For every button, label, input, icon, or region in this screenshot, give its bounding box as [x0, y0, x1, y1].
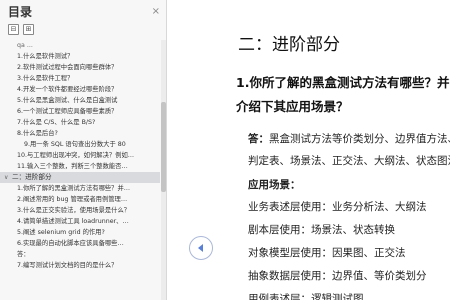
toc-item[interactable]: 10.与工程师出现冲突，如何解决？例如…	[0, 150, 160, 161]
toc-item-label: 2.阐述常用的 bug 管理或者用例管理…	[17, 196, 128, 203]
scrollbar-thumb[interactable]	[161, 102, 166, 192]
toc-item-label: 11.输入三个整数，判断三个整数能否…	[17, 163, 128, 170]
toc-item-label: 3.什么是软件工程？	[17, 75, 74, 82]
answer-text-2: 判定表、场景法、正交法、大纲法、状态图法。	[248, 155, 450, 167]
toc-item[interactable]: 3.什么是软件工程？	[0, 73, 160, 84]
chevron-down-icon[interactable]: ∨	[4, 172, 12, 183]
answer-paragraph: 答：黑盒测试方法等价类划分、边界值方法、因果图	[248, 131, 450, 146]
toc-item-label: 4.开发一个软件都要经过哪些阶段？	[17, 86, 118, 93]
toc-item-label: 9.用一条 SQL 语句查出分数大于 80	[24, 141, 126, 148]
toc-item-label: 7.什么是 C/S、什么是 B/S?	[17, 119, 96, 126]
toc-item-label: qa ...	[17, 42, 33, 49]
toc-item[interactable]: 3.什么是正交实验法，使用场景是什么？	[0, 205, 160, 216]
scene-1: 业务表述层使用：业务分析法、大纲法	[248, 201, 427, 213]
toc-item[interactable]: 9.用一条 SQL 语句查出分数大于 80	[0, 139, 160, 150]
expand-all-icon[interactable]: ⊞	[23, 24, 34, 35]
toc-item-label: 4.请简单描述测试工具 loadrunner、…	[17, 218, 129, 225]
toc-item[interactable]: 8.什么是后台?	[0, 128, 160, 139]
toc-item-label: 5.什么是黑盒测试、什么是白盒测试	[17, 97, 118, 104]
sidebar-title: 目录	[8, 4, 33, 19]
toc-item-label: 3.什么是正交实验法，使用场景是什么？	[17, 207, 131, 214]
toc-item-label: 7.编写测试计划文档的目的是什么？	[17, 262, 118, 269]
toc-item-label: 6.实现最的自动化脚本应该具备哪些…	[17, 240, 124, 247]
scene-4: 抽象数据层使用：边界值、等价类划分	[248, 270, 427, 282]
collapse-sidebar-button[interactable]	[189, 236, 213, 260]
toc-item-label: 10.与工程师出现冲突，如何解决？例如…	[17, 152, 135, 159]
toc-item-label: 8.什么是后台?	[17, 130, 58, 137]
toc-item[interactable]: 答：	[0, 249, 160, 260]
scene-2: 剧本层使用：场景法、状态转换	[248, 224, 395, 236]
toc-item-label: 2.软件测试过程中会面向哪些群体？	[17, 64, 118, 71]
sidebar-header: 目录 ×	[0, 0, 166, 22]
toc-item[interactable]: 4.请简单描述测试工具 loadrunner、…	[0, 216, 160, 227]
collapse-all-icon[interactable]: ⊟	[8, 24, 19, 35]
chevron-left-icon	[198, 244, 203, 252]
scene-heading: 应用场景：	[248, 179, 301, 191]
sidebar-toolbar: ⊟ ⊞	[0, 22, 166, 39]
toc-item-label: 6.一个测试工程师应具备哪些素质？	[17, 108, 118, 115]
toc-section-item[interactable]: ∨ 二：进阶部分	[0, 172, 160, 183]
toc-item[interactable]: 1.什么是软件测试？	[0, 51, 160, 62]
answer-label: 答：	[248, 133, 269, 145]
toc-sidebar: 目录 × ⊟ ⊞ qa ... 1.什么是软件测试？ 2.软件测试过程中会面向哪些群…	[0, 0, 167, 300]
close-icon[interactable]: ×	[152, 6, 160, 17]
toc-item-label: 答：	[17, 251, 30, 258]
toc-item-label: 二：进阶部分	[12, 173, 52, 181]
toc-item[interactable]: 7.什么是 C/S、什么是 B/S?	[0, 117, 160, 128]
toc-item-label: 1.什么是软件测试？	[17, 53, 74, 60]
sidebar-scrollbar[interactable]	[161, 40, 166, 300]
question-line-2: 介绍下其应用场景？	[236, 99, 349, 114]
toc-item-label: 5.阐述 selenium grid 的作用?	[17, 229, 105, 236]
scene-3: 对象模型层使用：因果图、正交法	[248, 247, 406, 259]
toc-item-label: 1.你所了解的黑盒测试方法有哪些？并…	[17, 185, 131, 192]
toc-item[interactable]: 5.阐述 selenium grid 的作用?	[0, 227, 160, 238]
section-title: 二：进阶部分	[238, 35, 340, 55]
toc-item[interactable]: 7.编写测试计划文档的目的是什么？	[0, 260, 160, 271]
toc-item[interactable]: 2.软件测试过程中会面向哪些群体？	[0, 62, 160, 73]
toc-item[interactable]: 5.什么是黑盒测试、什么是白盒测试	[0, 95, 160, 106]
toc-item[interactable]: 6.一个测试工程师应具备哪些素质？	[0, 106, 160, 117]
toc-item[interactable]: 1.你所了解的黑盒测试方法有哪些？并…	[0, 183, 160, 194]
toc-item[interactable]: 4.开发一个软件都要经过哪些阶段？	[0, 84, 160, 95]
toc-item[interactable]: 2.阐述常用的 bug 管理或者用例管理…	[0, 194, 160, 205]
question-line-1: 1.你所了解的黑盒测试方法有哪些？并简	[236, 75, 450, 90]
toc-item[interactable]: 6.实现最的自动化脚本应该具备哪些…	[0, 238, 160, 249]
toc-item[interactable]: qa ...	[0, 40, 160, 51]
toc-list: qa ... 1.什么是软件测试？ 2.软件测试过程中会面向哪些群体？ 3.什么是软件…	[0, 40, 160, 300]
scene-5: 用例表述层：逻辑测试图	[248, 293, 364, 300]
answer-text-1: 黑盒测试方法等价类划分、边界值方法、因果图	[269, 133, 450, 145]
toc-item[interactable]: 11.输入三个整数，判断三个整数能否…	[0, 161, 160, 172]
document-page: 二：进阶部分 1.你所了解的黑盒测试方法有哪些？并简 介绍下其应用场景？ 答：黑…	[228, 0, 450, 300]
